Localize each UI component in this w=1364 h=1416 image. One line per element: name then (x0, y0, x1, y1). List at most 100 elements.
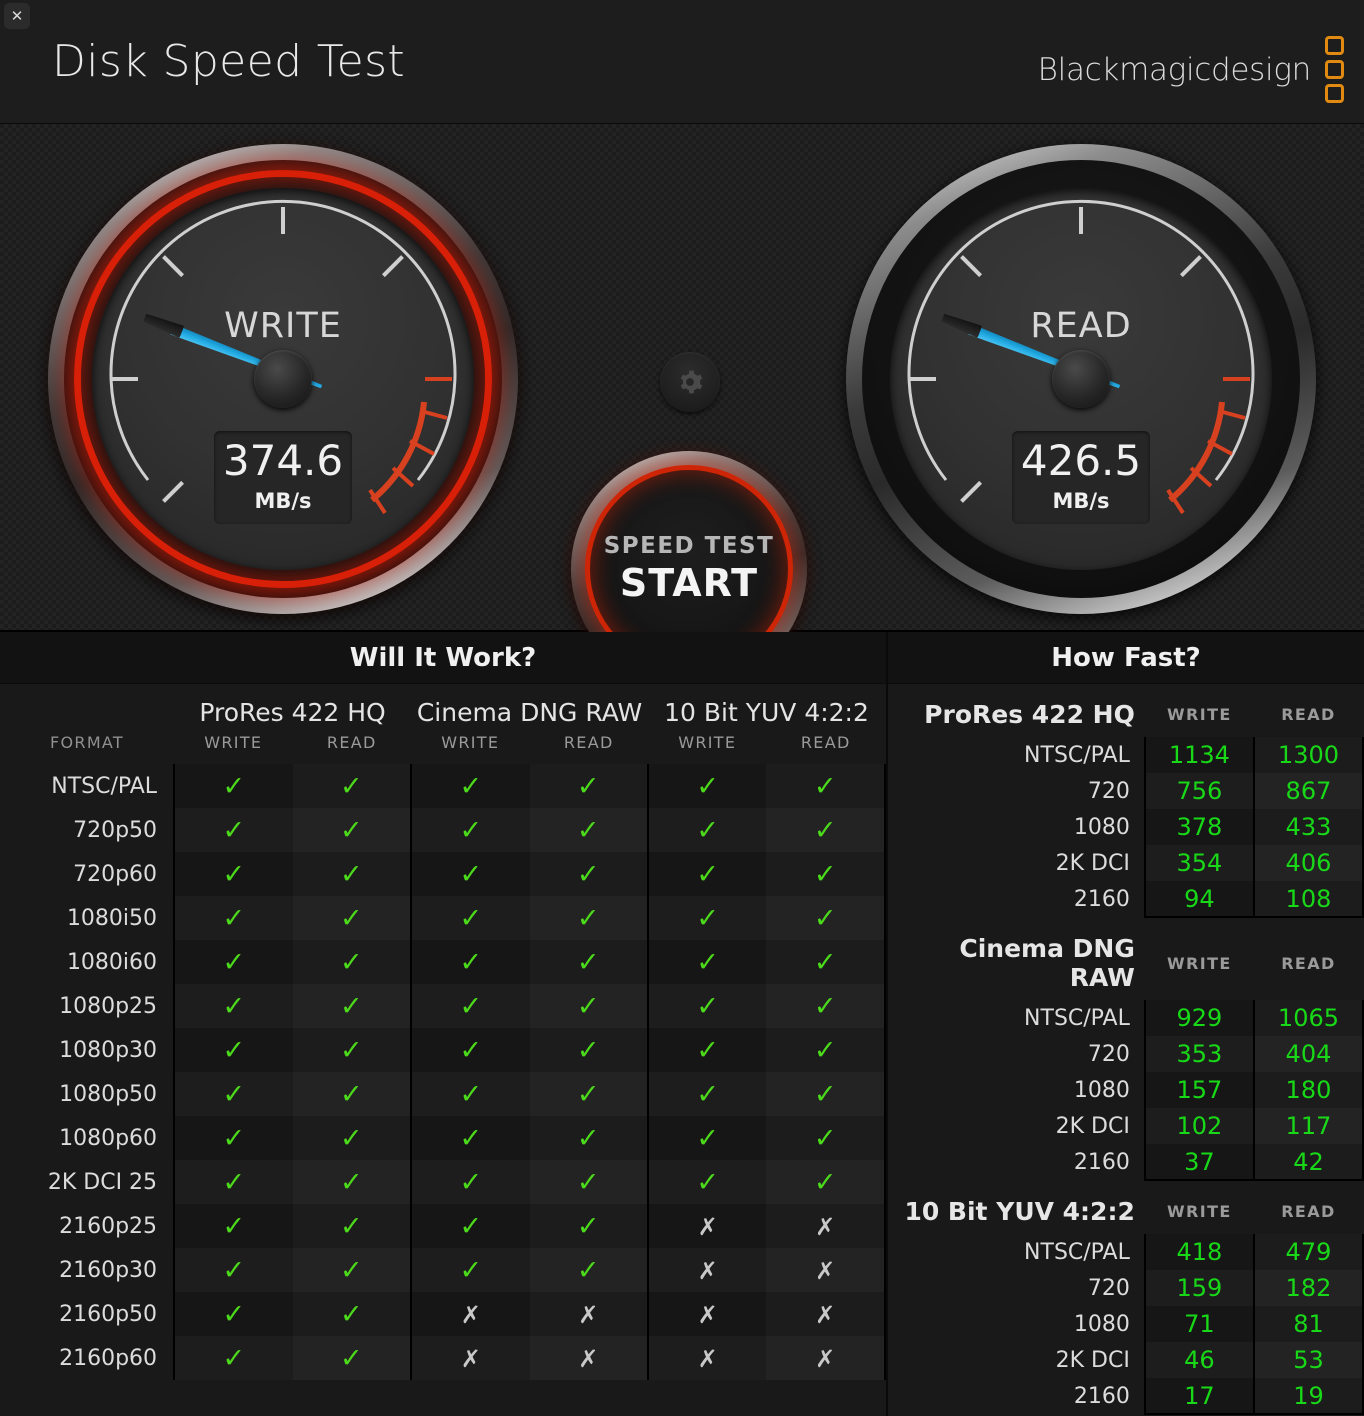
how-fast-title: How Fast? (888, 632, 1364, 684)
check-icon: ✓ (696, 1166, 720, 1198)
support-pass-cell: ✓ (292, 852, 412, 896)
cross-icon: ✗ (460, 1300, 481, 1329)
table-row: NTSC/PAL 929 1065 (888, 1000, 1364, 1036)
will-it-work-panel: Will It Work? ProRes 422 HQ Cinema DNG R… (0, 632, 888, 1416)
write-speed-value: 353 (1143, 1036, 1254, 1072)
table-row: 2160p50 ✓ ✓ ✗ ✗ ✗ ✗ (0, 1292, 886, 1336)
gear-icon (680, 370, 703, 394)
support-pass-cell: ✓ (646, 808, 767, 852)
codec-group-header: Cinema DNG RAW (416, 698, 643, 727)
table-row: 1080p25 ✓ ✓ ✓ ✓ ✓ ✓ (0, 984, 886, 1028)
support-pass-cell: ✓ (410, 940, 530, 984)
format-row-label: 2160p25 (0, 1204, 175, 1248)
write-speed-value: 159 (1143, 1270, 1254, 1306)
check-icon: ✓ (813, 770, 837, 802)
support-pass-cell: ✓ (529, 1160, 648, 1204)
page-title: Disk Speed Test (52, 36, 406, 87)
support-pass-cell: ✓ (766, 808, 886, 852)
check-icon: ✓ (576, 1122, 600, 1154)
support-pass-cell: ✓ (173, 1248, 293, 1292)
read-column-header: READ (1281, 953, 1336, 973)
format-row-label: 720 (1087, 1275, 1130, 1301)
support-pass-cell: ✓ (410, 1248, 530, 1292)
settings-button[interactable] (660, 352, 720, 412)
write-speed-value: 418 (1143, 1234, 1254, 1270)
table-row: 1080p30 ✓ ✓ ✓ ✓ ✓ ✓ (0, 1028, 886, 1072)
check-icon: ✓ (459, 1166, 483, 1198)
cross-icon: ✗ (697, 1256, 718, 1285)
write-unit: MB/s (254, 489, 312, 513)
format-row-label: 1080p50 (0, 1072, 175, 1116)
check-icon: ✓ (222, 1342, 246, 1374)
format-row-label: 1080p25 (0, 984, 175, 1028)
read-gauge-hub (1052, 350, 1110, 408)
read-column-header: READ (1281, 1202, 1336, 1221)
format-row-label: 1080p60 (0, 1116, 175, 1160)
table-row: 2160 94 108 (888, 881, 1364, 918)
read-speed-value: 182 (1252, 1270, 1364, 1306)
codec-group-header: 10 Bit YUV 4:2:2 (664, 698, 869, 727)
read-speed-value: 404 (1252, 1036, 1364, 1072)
cross-icon: ✗ (697, 1212, 718, 1241)
read-speed-value: 1065 (1252, 1000, 1364, 1036)
table-row: 1080p50 ✓ ✓ ✓ ✓ ✓ ✓ (0, 1072, 886, 1116)
write-speed-value: 94 (1143, 881, 1254, 918)
read-speed-value: 19 (1252, 1378, 1364, 1415)
check-icon: ✓ (813, 1034, 837, 1066)
write-column-header: WRITE (1167, 953, 1232, 973)
write-column-header: WRITE (204, 733, 263, 752)
table-row: 2160 17 19 (888, 1378, 1364, 1415)
write-column-header: WRITE (1167, 1202, 1232, 1221)
table-row: 2K DCI 25 ✓ ✓ ✓ ✓ ✓ ✓ (0, 1160, 886, 1204)
table-row: 720 353 404 (888, 1036, 1364, 1072)
read-unit: MB/s (1052, 489, 1110, 513)
support-fail-cell: ✗ (646, 1204, 767, 1248)
check-icon: ✓ (222, 1298, 246, 1330)
support-fail-cell: ✗ (766, 1204, 886, 1248)
support-fail-cell: ✗ (529, 1336, 648, 1380)
support-pass-cell: ✓ (646, 1160, 767, 1204)
check-icon: ✓ (576, 1034, 600, 1066)
table-row: 1080 157 180 (888, 1072, 1364, 1108)
cross-icon: ✗ (697, 1344, 718, 1373)
check-icon: ✓ (222, 1078, 246, 1110)
write-speed-value: 71 (1143, 1306, 1254, 1342)
write-column-header: WRITE (1167, 705, 1232, 724)
support-pass-cell: ✓ (410, 1072, 530, 1116)
support-pass-cell: ✓ (173, 1028, 293, 1072)
table-row: 2160p25 ✓ ✓ ✓ ✓ ✗ ✗ (0, 1204, 886, 1248)
check-icon: ✓ (576, 770, 600, 802)
cross-icon: ✗ (578, 1344, 599, 1373)
check-icon: ✓ (222, 1210, 246, 1242)
check-icon: ✓ (576, 814, 600, 846)
support-pass-cell: ✓ (766, 1072, 886, 1116)
check-icon: ✓ (459, 946, 483, 978)
write-speed-value: 37 (1143, 1144, 1254, 1181)
table-row: 2160p60 ✓ ✓ ✗ ✗ ✗ ✗ (0, 1336, 886, 1380)
how-fast-table: Cinema DNG RAW WRITE READ NTSC/PAL 929 1065 72… (888, 920, 1364, 1181)
support-pass-cell: ✓ (292, 896, 412, 940)
check-icon: ✓ (339, 1166, 363, 1198)
check-icon: ✓ (339, 990, 363, 1022)
support-pass-cell: ✓ (529, 896, 648, 940)
support-pass-cell: ✓ (529, 1116, 648, 1160)
blackmagic-mark-icon (1325, 36, 1344, 103)
support-pass-cell: ✓ (410, 808, 530, 852)
close-icon[interactable]: ✕ (4, 3, 30, 29)
check-icon: ✓ (222, 858, 246, 890)
table-row: 2K DCI 46 53 (888, 1342, 1364, 1378)
check-icon: ✓ (222, 770, 246, 802)
format-row-label: 2160 (1073, 1383, 1130, 1409)
support-fail-cell: ✗ (766, 1248, 886, 1292)
check-icon: ✓ (576, 990, 600, 1022)
support-pass-cell: ✓ (173, 1160, 293, 1204)
write-gauge: WRITE 374.6 MB/s (48, 144, 518, 614)
support-pass-cell: ✓ (410, 764, 530, 808)
table-row: 2K DCI 354 406 (888, 845, 1364, 881)
read-column-header: READ (1281, 705, 1336, 724)
read-speed-value: 479 (1252, 1234, 1364, 1270)
table-row: 2160 37 42 (888, 1144, 1364, 1181)
disk-speed-test-window: ✕ Disk Speed Test Blackmagicdesign WRITE… (0, 0, 1364, 1416)
support-pass-cell: ✓ (529, 1028, 648, 1072)
support-pass-cell: ✓ (173, 808, 293, 852)
